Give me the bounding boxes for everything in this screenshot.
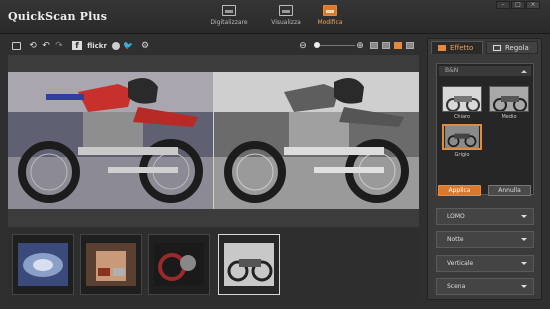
mode-view[interactable]: Visualizza (261, 3, 311, 33)
dropdown-notte[interactable]: Notte (436, 231, 534, 248)
grid-view-icon[interactable] (370, 42, 378, 49)
effects-panel: Effetto Regola B&N Chiaro Medio Grigio A… (427, 38, 542, 300)
preset-grigio[interactable]: Grigio (442, 124, 482, 158)
cancel-button[interactable]: Annulla (488, 185, 531, 196)
panel-tabs: Effetto Regola (428, 39, 543, 54)
preset-label: Grigio (454, 152, 470, 158)
split-view-icon[interactable] (394, 42, 402, 49)
gallery-icon (279, 5, 293, 16)
twitter-icon[interactable]: 🐦 (123, 39, 133, 53)
filmstrip-thumb-4[interactable] (218, 234, 280, 295)
preset-label: Chiaro (453, 114, 471, 120)
preset-group-label: B&N (445, 67, 459, 74)
rotate-icon[interactable]: ⟲ (28, 39, 38, 53)
tab-effect-label: Effetto (450, 44, 474, 52)
chevron-down-icon (521, 215, 527, 218)
scanner-icon (222, 5, 236, 16)
dropdown-label: LOMO (447, 213, 465, 220)
apply-button[interactable]: Applica (438, 185, 481, 196)
web-icon[interactable] (112, 42, 120, 50)
preset-medio[interactable]: Medio (489, 86, 529, 120)
zoom-slider-thumb[interactable] (314, 42, 320, 48)
adjust-icon (493, 45, 501, 51)
dropdown-label: Verticale (447, 260, 474, 267)
dropdown-scena[interactable]: Scena (436, 278, 534, 295)
tab-adjust[interactable]: Regola (486, 41, 538, 54)
mode-edit[interactable]: Modifica (305, 3, 355, 33)
maximize-button[interactable]: □ (511, 1, 525, 9)
mode-scan[interactable]: Digitalizzare (204, 3, 254, 33)
split-divider-handle[interactable] (213, 72, 214, 209)
mode-edit-label: Modifica (317, 19, 343, 26)
mode-scan-label: Digitalizzare (210, 19, 248, 26)
app-title: QuickScan Plus (8, 10, 108, 23)
chevron-down-icon (521, 262, 527, 265)
undo-icon[interactable]: ↶ (41, 39, 51, 53)
dropdown-label: Notte (447, 236, 464, 243)
title-bar: QuickScan Plus Digitalizzare Visualizza … (0, 0, 550, 34)
preset-group-header[interactable]: B&N (439, 66, 531, 76)
dropdown-lomo[interactable]: LOMO (436, 208, 534, 225)
mode-view-label: Visualizza (271, 19, 301, 26)
chevron-down-icon (521, 238, 527, 241)
zoom-in-icon[interactable]: ⊕ (355, 39, 365, 53)
zoom-out-icon[interactable]: ⊖ (298, 39, 308, 53)
close-button[interactable]: × (526, 1, 540, 9)
zoom-slider[interactable] (315, 45, 355, 46)
effect-icon (438, 45, 446, 51)
save-icon[interactable] (12, 42, 21, 50)
flickr-button[interactable]: flickr (86, 39, 108, 53)
chevron-down-icon (521, 285, 527, 288)
filmstrip (8, 229, 419, 301)
facebook-icon[interactable]: f (72, 41, 82, 50)
tab-effect[interactable]: Effetto (431, 41, 483, 54)
edit-toolbar: ⟲ ↶ ↷ f flickr 🐦 ⚙ ⊖ ⊕ (8, 39, 419, 53)
filmstrip-thumb-1[interactable] (12, 234, 74, 295)
filmstrip-thumb-2[interactable] (80, 234, 142, 295)
preset-label: Medio (501, 114, 517, 120)
single-view-icon[interactable] (382, 42, 390, 49)
edit-photo-icon (323, 5, 337, 16)
redo-icon[interactable]: ↷ (54, 39, 64, 53)
preset-gallery: B&N Chiaro Medio Grigio (436, 63, 534, 195)
settings-icon[interactable]: ⚙ (140, 39, 150, 53)
app-window: QuickScan Plus Digitalizzare Visualizza … (0, 0, 550, 309)
compare-view-icon[interactable] (406, 42, 414, 49)
filmstrip-thumb-3[interactable] (148, 234, 210, 295)
dropdown-verticale[interactable]: Verticale (436, 255, 534, 272)
minimize-button[interactable]: – (496, 1, 510, 9)
tab-adjust-label: Regola (505, 44, 529, 52)
image-viewer[interactable] (8, 72, 419, 209)
dropdown-label: Scena (447, 283, 466, 290)
preset-chiaro[interactable]: Chiaro (442, 86, 482, 120)
collapse-icon (521, 70, 527, 73)
